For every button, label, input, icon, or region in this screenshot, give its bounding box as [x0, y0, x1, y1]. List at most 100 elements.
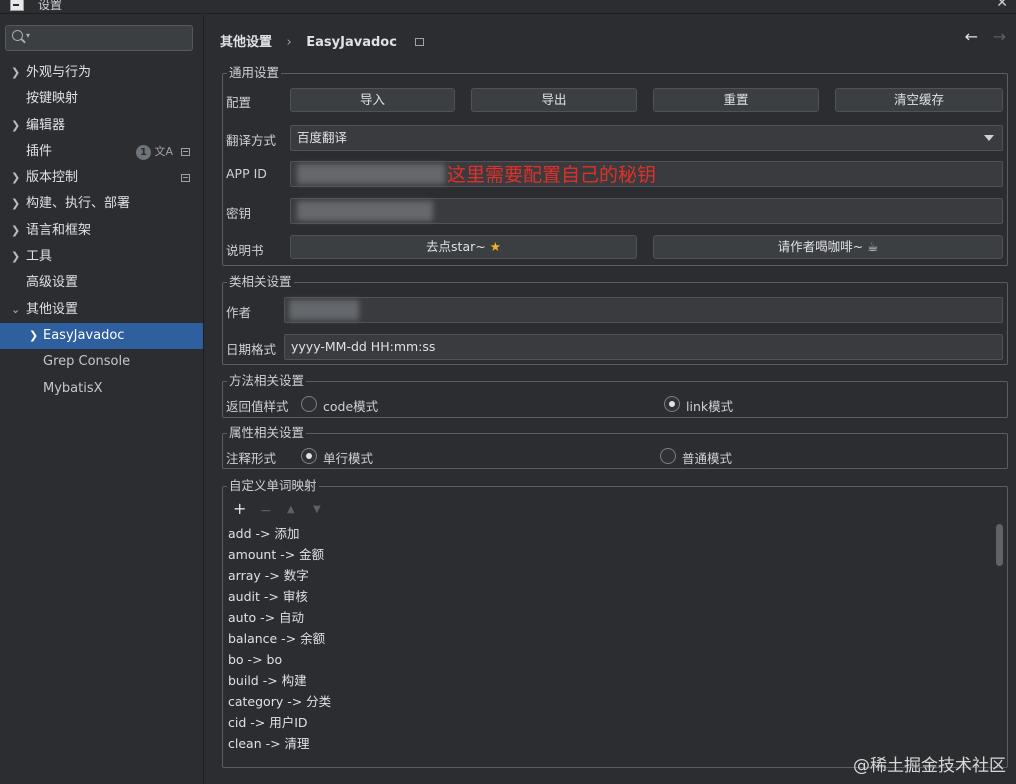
chevron-right-icon[interactable]: ❯ — [11, 165, 20, 191]
update-count-badge: 1 — [136, 144, 151, 160]
sidebar-item-label: 工具 — [26, 249, 53, 265]
word-mapping-group: 自定义单词映射 + − ▲ ▼ add -> 添加 amount -> 金额 a… — [222, 478, 1008, 768]
search-icon — [12, 30, 23, 41]
sidebar-item-label: 语言和框架 — [26, 222, 92, 238]
chevron-right-icon[interactable]: ❯ — [11, 218, 20, 244]
search-input[interactable]: ▾ — [5, 25, 193, 51]
sidebar-item-plugins[interactable]: 插件 1 文A — [0, 139, 203, 165]
chevron-right-icon[interactable]: ❯ — [11, 191, 20, 217]
project-settings-icon — [181, 147, 190, 156]
back-arrow-icon[interactable]: ← — [965, 27, 978, 46]
sidebar-item-label: MybatisX — [43, 380, 103, 396]
sidebar-item-label: 其他设置 — [26, 301, 79, 317]
clear-cache-button[interactable]: 清空缓存 — [835, 88, 1003, 112]
list-item[interactable]: array -> 数字 — [223, 565, 1013, 586]
sidebar-item-grep-console[interactable]: Grep Console — [0, 349, 203, 375]
list-item[interactable]: amount -> 金额 — [223, 544, 1013, 565]
app-icon — [10, 0, 24, 11]
sidebar-item-label: 高级设置 — [26, 275, 79, 291]
breadcrumb-item[interactable]: 其他设置 — [220, 35, 272, 50]
list-item[interactable]: bo -> bo — [223, 649, 1013, 670]
single-line-radio[interactable] — [301, 448, 317, 464]
sidebar-item-label: 按键映射 — [26, 91, 79, 107]
chevron-right-icon[interactable]: ❯ — [11, 60, 20, 86]
list-item[interactable]: auto -> 自动 — [223, 607, 1013, 628]
sidebar-item-easyjavadoc[interactable]: ❯ EasyJavadoc — [0, 322, 203, 350]
title-bar: 设置 ✕ — [0, 0, 1016, 14]
chevron-right-icon[interactable]: ❯ — [29, 323, 38, 349]
group-title: 类相关设置 — [227, 274, 294, 290]
dropdown-arrow-icon — [984, 135, 994, 141]
search-options-icon[interactable]: ▾ — [26, 31, 30, 40]
sidebar-item-appearance[interactable]: ❯ 外观与行为 — [0, 60, 203, 86]
sidebar-item-tools[interactable]: ❯ 工具 — [0, 244, 203, 270]
sidebar-item-languages[interactable]: ❯ 语言和框架 — [0, 218, 203, 244]
settings-sidebar: ▾ ❯ 外观与行为 按键映射 ❯ 编辑器 插件 1 文A ❯ 版本控制 ❯ 构建… — [0, 15, 204, 784]
group-title: 方法相关设置 — [227, 373, 307, 389]
reset-button[interactable]: 重置 — [653, 88, 819, 112]
config-label: 配置 — [226, 95, 252, 110]
return-style-label: 返回值样式 — [226, 399, 289, 414]
list-scrollbar[interactable] — [996, 524, 1003, 566]
author-field[interactable] — [284, 297, 1003, 323]
star-icon: ★ — [489, 239, 501, 254]
red-annotation: 这里需要配置自己的秘钥 — [447, 164, 657, 186]
breadcrumb-item-current: EasyJavadoc — [306, 35, 397, 50]
code-mode-label[interactable]: code模式 — [323, 396, 378, 415]
sidebar-item-build[interactable]: ❯ 构建、执行、部署 — [0, 191, 203, 217]
class-settings-group: 类相关设置 作者 日期格式 yyyy-MM-dd HH:mm:ss — [222, 274, 1008, 365]
move-down-icon[interactable]: ▼ — [313, 504, 321, 515]
list-item[interactable]: category -> 分类 — [223, 691, 1013, 712]
link-mode-radio[interactable] — [664, 396, 680, 412]
list-item[interactable]: cid -> 用户ID — [223, 712, 1013, 733]
star-button-label: 去点star~ — [426, 239, 486, 254]
author-label: 作者 — [226, 305, 252, 320]
breadcrumb-separator: › — [286, 35, 292, 50]
sidebar-item-advanced[interactable]: 高级设置 — [0, 270, 203, 296]
redacted-appid — [297, 164, 445, 184]
link-mode-label[interactable]: link模式 — [686, 396, 733, 415]
remove-icon[interactable]: − — [260, 503, 272, 519]
list-item[interactable]: audit -> 审核 — [223, 586, 1013, 607]
manual-label: 说明书 — [226, 243, 264, 258]
watermark: @稀土掘金技术社区 — [853, 756, 1006, 776]
move-up-icon[interactable]: ▲ — [287, 504, 295, 515]
single-line-label[interactable]: 单行模式 — [323, 448, 373, 467]
sidebar-item-mybatisx[interactable]: MybatisX — [0, 376, 203, 402]
field-settings-group: 属性相关设置 注释形式 单行模式 普通模式 — [222, 425, 1008, 469]
list-item[interactable]: balance -> 余额 — [223, 628, 1013, 649]
translate-label: 翻译方式 — [226, 133, 277, 148]
star-button[interactable]: 去点star~ ★ — [290, 235, 637, 259]
word-mapping-list[interactable]: add -> 添加 amount -> 金额 array -> 数字 audit… — [223, 523, 1013, 769]
chevron-right-icon[interactable]: ❯ — [11, 113, 20, 139]
sidebar-item-keymap[interactable]: 按键映射 — [0, 86, 203, 112]
translate-select[interactable]: 百度翻译 — [290, 125, 1003, 151]
import-button[interactable]: 导入 — [290, 88, 455, 112]
sidebar-item-other-settings[interactable]: ⌄ 其他设置 — [0, 297, 203, 323]
group-title: 属性相关设置 — [227, 425, 307, 441]
sidebar-item-label: 编辑器 — [26, 117, 66, 133]
list-item[interactable]: build -> 构建 — [223, 670, 1013, 691]
add-icon[interactable]: + — [233, 499, 246, 518]
comment-style-label: 注释形式 — [226, 451, 277, 466]
sidebar-item-label: 版本控制 — [26, 170, 79, 186]
date-format-field[interactable]: yyyy-MM-dd HH:mm:ss — [284, 334, 1003, 360]
breadcrumb: 其他设置 › EasyJavadoc — [220, 31, 425, 50]
translate-selected-value: 百度翻译 — [297, 130, 348, 145]
forward-arrow-icon[interactable]: → — [993, 27, 1006, 46]
window-title: 设置 — [38, 0, 63, 12]
close-button[interactable]: ✕ — [996, 0, 1008, 11]
chevron-down-icon[interactable]: ⌄ — [11, 297, 20, 323]
export-button[interactable]: 导出 — [471, 88, 637, 112]
coffee-button[interactable]: 请作者喝咖啡~ ☕ — [653, 235, 1003, 259]
sidebar-item-version-control[interactable]: ❯ 版本控制 — [0, 165, 203, 191]
chevron-right-icon[interactable]: ❯ — [11, 244, 20, 270]
list-item[interactable]: add -> 添加 — [223, 523, 1013, 544]
code-mode-radio[interactable] — [301, 396, 317, 412]
sidebar-item-label: 插件 — [26, 143, 53, 159]
normal-mode-label[interactable]: 普通模式 — [682, 448, 732, 467]
coffee-button-label: 请作者喝咖啡~ — [777, 239, 864, 254]
sidebar-item-editor[interactable]: ❯ 编辑器 — [0, 113, 203, 139]
group-title: 自定义单词映射 — [227, 478, 319, 494]
normal-mode-radio[interactable] — [660, 448, 676, 464]
